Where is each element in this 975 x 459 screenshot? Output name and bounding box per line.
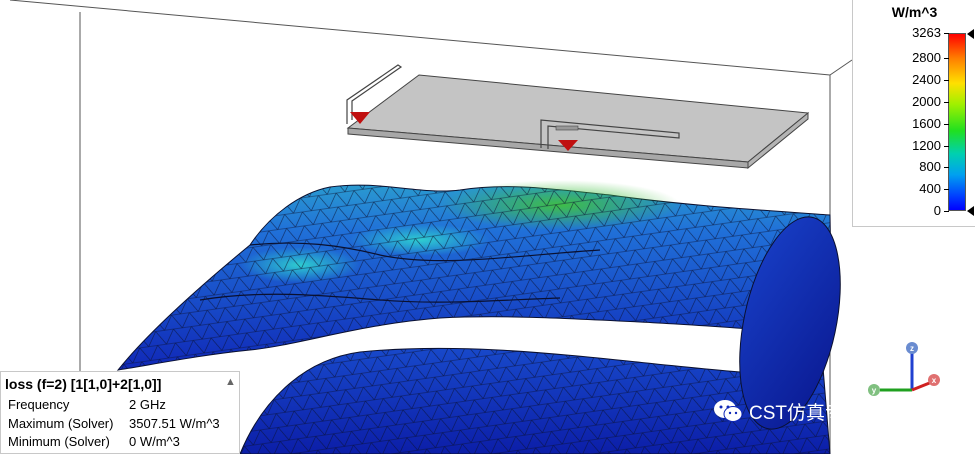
collapse-icon[interactable]: ▲	[225, 376, 236, 388]
frequency-value: 2 GHz	[129, 397, 166, 412]
watermark-text: CST仿真专家之路	[749, 402, 902, 424]
result-title: loss (f=2) [1[1,0]+2[1,0]]	[5, 376, 162, 392]
legend-min-pointer[interactable]	[967, 206, 974, 216]
z-axis-label: z	[910, 344, 914, 353]
color-legend: W/m^3 3263 2800 2400 2000 1600 1200 800 400 0	[852, 0, 975, 227]
legend-tick-label: 1200	[912, 137, 941, 153]
legend-tick-mark	[944, 167, 949, 169]
result-info-box: loss (f=2) [1[1,0]+2[1,0]] ▲ Frequency 2…	[0, 371, 240, 454]
watermark: CST仿真专家之路	[713, 398, 901, 424]
legend-tick-mark	[944, 123, 949, 125]
orientation-axes: z y x	[868, 342, 940, 396]
x-axis-label: x	[932, 376, 937, 385]
legend-tick-mark	[944, 145, 949, 147]
legend-max-pointer[interactable]	[967, 29, 974, 39]
minimum-label: Minimum (Solver)	[8, 434, 110, 449]
legend-tick-label: 0	[933, 203, 941, 218]
legend-tick-mark	[944, 80, 949, 82]
legend-tick-mark	[944, 33, 949, 34]
minimum-value: 0 W/m^3	[129, 434, 180, 449]
legend-tick-label: 1600	[912, 115, 941, 131]
legend-tick-mark	[944, 189, 949, 191]
legend-tick-label: 2400	[912, 72, 941, 88]
legend-tick-mark	[944, 58, 949, 60]
y-axis-label: y	[872, 386, 877, 395]
legend-unit: W/m^3	[891, 4, 938, 20]
legend-tick-label: 400	[919, 181, 941, 197]
wechat-icon	[714, 400, 743, 422]
legend-color-bar[interactable]	[948, 33, 966, 211]
legend-tick-label: 800	[919, 159, 941, 175]
maximum-value: 3507.51 W/m^3	[129, 416, 220, 431]
frequency-label: Frequency	[8, 397, 70, 412]
legend-tick-mark	[944, 211, 949, 212]
legend-tick-label: 2800	[912, 50, 941, 66]
legend-tick-label: 2000	[912, 93, 941, 109]
legend-tick-mark	[944, 101, 949, 103]
maximum-label: Maximum (Solver)	[8, 416, 114, 431]
legend-tick-label: 3263	[912, 25, 941, 40]
antenna-board[interactable]	[346, 64, 810, 170]
